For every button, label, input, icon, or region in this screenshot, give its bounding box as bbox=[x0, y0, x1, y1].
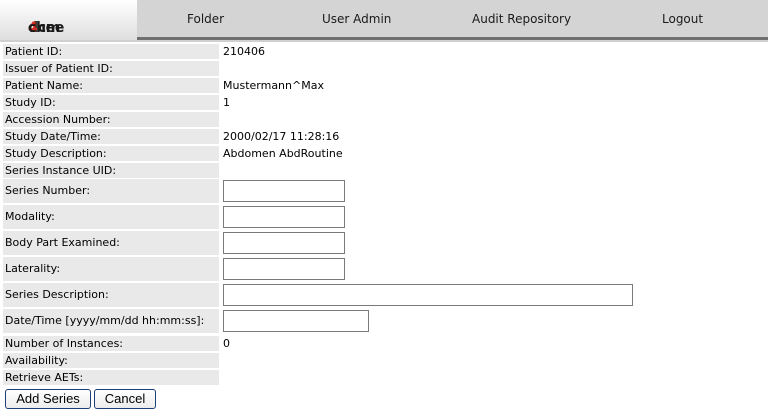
label-series-uid: Series Instance UID: bbox=[3, 163, 219, 178]
label-retrieve-aets: Retrieve AETs: bbox=[3, 370, 219, 385]
nav-bar: Folder User Admin Audit Repository Logou… bbox=[137, 0, 768, 40]
nav-folder[interactable]: Folder bbox=[187, 12, 224, 26]
nav-user-admin[interactable]: User Admin bbox=[322, 12, 391, 26]
value-num-instances: 0 bbox=[223, 337, 230, 350]
label-modality: Modality: bbox=[3, 205, 219, 229]
logo-text-c: chee bbox=[28, 20, 65, 36]
cancel-button[interactable]: Cancel bbox=[94, 389, 156, 409]
value-patient-id: 210406 bbox=[223, 45, 265, 58]
label-series-description: Series Description: bbox=[3, 283, 219, 307]
label-series-datetime: Date/Time [yyyy/mm/dd hh:mm:ss]: bbox=[3, 309, 219, 333]
label-study-datetime: Study Date/Time: bbox=[3, 129, 219, 144]
label-study-id: Study ID: bbox=[3, 95, 219, 110]
label-laterality: Laterality: bbox=[3, 257, 219, 281]
label-patient-name: Patient Name: bbox=[3, 78, 219, 93]
value-study-datetime: 2000/02/17 11:28:16 bbox=[223, 130, 340, 143]
label-patient-id: Patient ID: bbox=[3, 44, 219, 59]
header-divider bbox=[0, 40, 768, 42]
label-issuer: Issuer of Patient ID: bbox=[3, 61, 219, 76]
value-study-description: Abdomen AbdRoutine bbox=[223, 147, 343, 160]
value-patient-name: Mustermann^Max bbox=[223, 79, 324, 92]
top-bar: dcm 4 chee Folder User Admin Audit Reposit… bbox=[0, 0, 768, 40]
label-body-part: Body Part Examined: bbox=[3, 231, 219, 255]
series-datetime-input[interactable] bbox=[223, 310, 369, 332]
series-number-input[interactable] bbox=[223, 180, 345, 202]
modality-input[interactable] bbox=[223, 206, 345, 228]
series-description-input[interactable] bbox=[223, 284, 633, 306]
nav-audit-repository[interactable]: Audit Repository bbox=[472, 12, 571, 26]
label-num-instances: Number of Instances: bbox=[3, 336, 219, 351]
label-study-description: Study Description: bbox=[3, 146, 219, 161]
label-accession-number: Accession Number: bbox=[3, 112, 219, 127]
laterality-input[interactable] bbox=[223, 258, 345, 280]
body-part-input[interactable] bbox=[223, 232, 345, 254]
add-series-button[interactable]: Add Series bbox=[5, 389, 91, 409]
value-study-id: 1 bbox=[223, 96, 230, 109]
dcm4chee-logo: dcm 4 chee bbox=[0, 0, 138, 40]
nav-logout[interactable]: Logout bbox=[662, 12, 703, 26]
label-availability: Availability: bbox=[3, 353, 219, 368]
label-series-number: Series Number: bbox=[3, 179, 219, 203]
